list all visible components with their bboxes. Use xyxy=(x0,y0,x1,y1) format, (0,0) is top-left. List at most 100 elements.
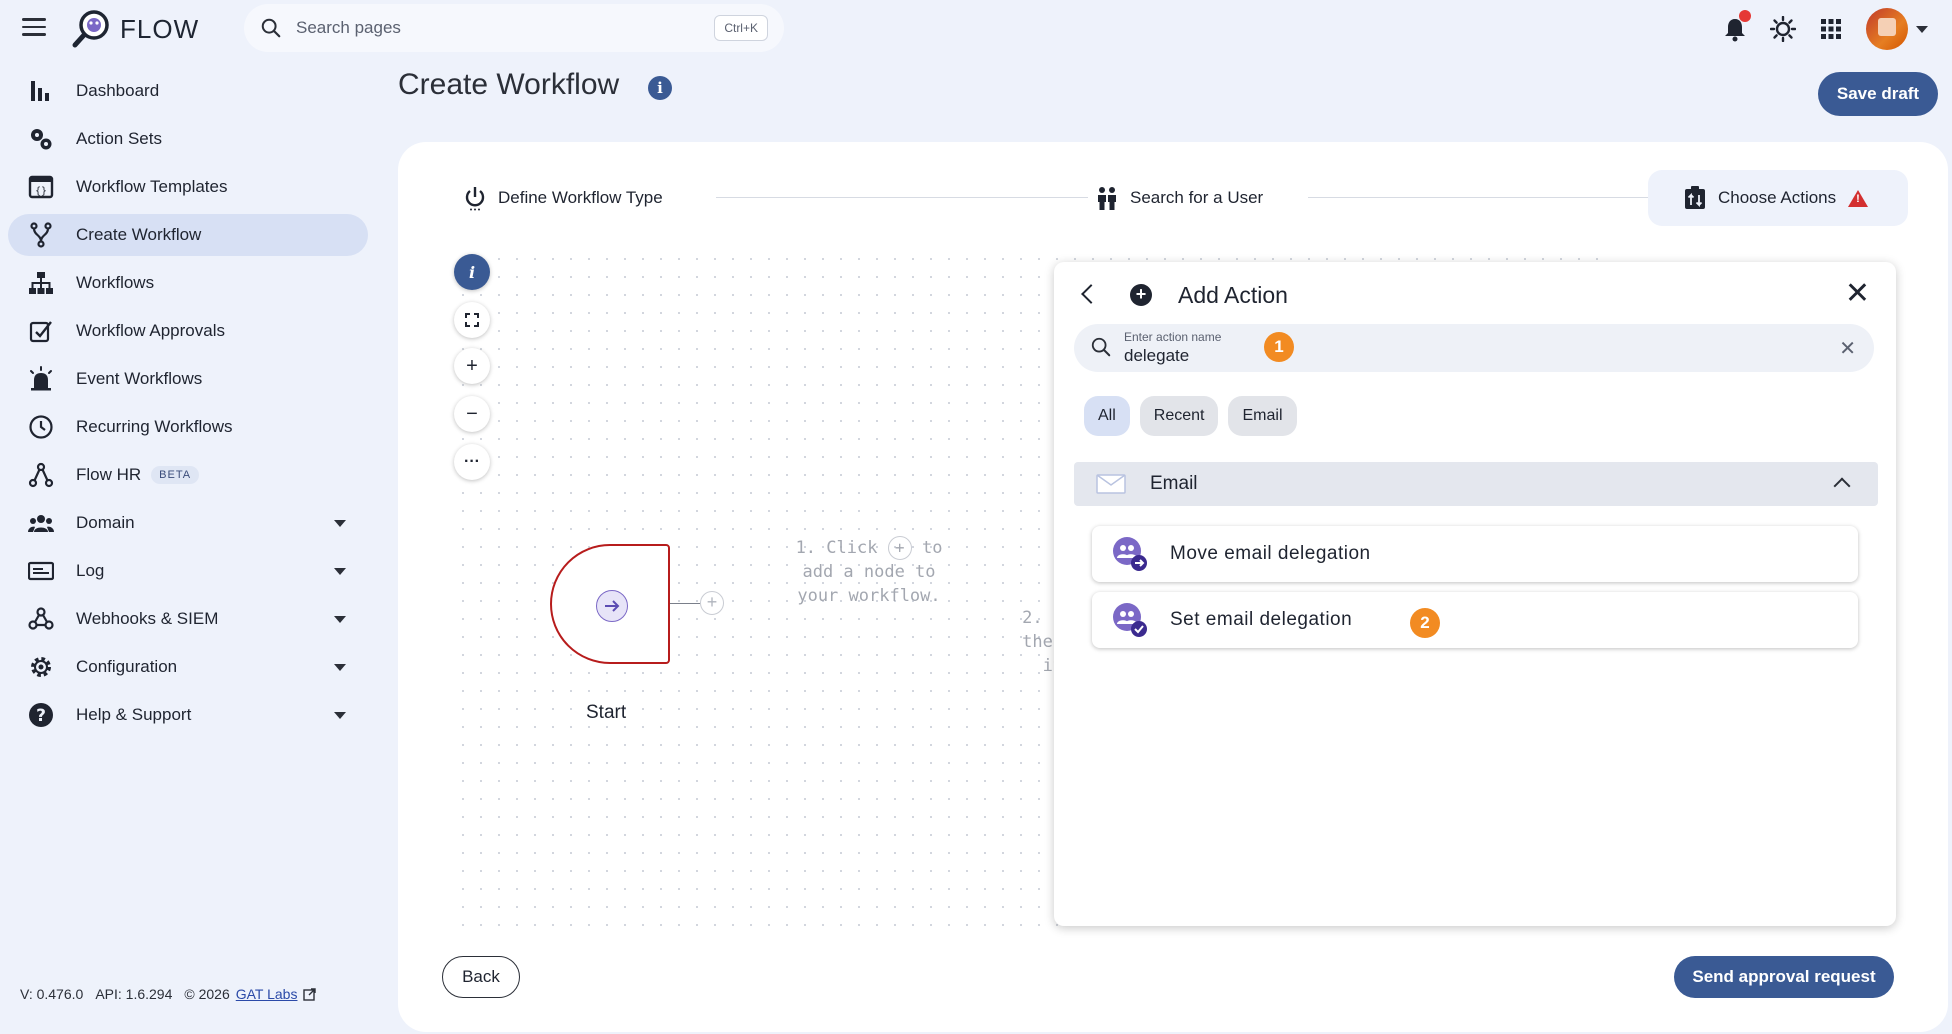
group-label: Email xyxy=(1150,473,1198,494)
top-bar: FLOW Ctrl+K xyxy=(0,0,1952,56)
sidebar-item-log[interactable]: Log xyxy=(8,550,368,592)
search-input[interactable] xyxy=(296,18,676,38)
svg-text:?: ? xyxy=(36,706,46,726)
company-link[interactable]: GAT Labs xyxy=(236,986,298,1002)
sidebar-item-dashboard[interactable]: Dashboard xyxy=(8,70,368,112)
sidebar-item-domain[interactable]: Domain xyxy=(8,502,368,544)
sidebar-item-create-workflow[interactable]: Create Workflow xyxy=(8,214,368,256)
more-options-button[interactable]: ··· xyxy=(454,444,490,480)
clear-search-icon[interactable]: ✕ xyxy=(1839,336,1856,361)
action-search-value[interactable]: delegate xyxy=(1124,346,1189,366)
zoom-out-button[interactable]: − xyxy=(454,396,490,432)
close-icon[interactable]: ✕ xyxy=(1845,279,1870,309)
back-chevron-icon[interactable] xyxy=(1081,284,1101,304)
filter-chip-recent[interactable]: Recent xyxy=(1139,396,1219,436)
search-bar[interactable]: Ctrl+K xyxy=(244,4,784,52)
sidebar-item-workflow-templates[interactable]: {} Workflow Templates xyxy=(8,166,368,208)
chevron-down-icon[interactable] xyxy=(334,664,346,671)
menu-icon[interactable] xyxy=(22,18,46,36)
filter-chip-email[interactable]: Email xyxy=(1228,396,1297,436)
step-search-user[interactable]: Search for a User xyxy=(1096,170,1263,226)
step-choose-actions[interactable]: Choose Actions xyxy=(1648,170,1908,226)
sidebar-item-label: Workflow Approvals xyxy=(76,321,225,340)
sidebar-item-label: Dashboard xyxy=(76,81,160,100)
filter-chip-all[interactable]: All xyxy=(1084,396,1130,436)
add-node-button[interactable]: + xyxy=(700,591,724,615)
search-icon xyxy=(1091,337,1111,357)
back-button[interactable]: Back xyxy=(442,956,520,998)
step-connector xyxy=(716,197,1088,198)
plus-circle-icon: + xyxy=(887,536,912,560)
panel-title: Add Action xyxy=(1178,282,1288,308)
external-link-icon[interactable] xyxy=(303,987,317,1001)
checklist-icon xyxy=(29,321,52,343)
user-check-icon xyxy=(1113,603,1147,637)
hierarchy-icon xyxy=(29,272,53,294)
sidebar-item-action-sets[interactable]: Action Sets xyxy=(8,118,368,160)
chevron-down-icon[interactable] xyxy=(334,568,346,575)
sidebar-item-workflows[interactable]: Workflows xyxy=(8,262,368,304)
app-logo[interactable]: FLOW xyxy=(70,8,199,50)
theme-sun-icon[interactable] xyxy=(1770,16,1796,42)
sidebar-item-webhooks-siem[interactable]: Webhooks & SIEM xyxy=(8,598,368,640)
sidebar-item-event-workflows[interactable]: Event Workflows xyxy=(8,358,368,400)
send-approval-request-button[interactable]: Send approval request xyxy=(1674,956,1894,998)
sidebar-item-label: Log xyxy=(76,561,105,580)
sidebar-item-flow-hr[interactable]: Flow HR BETA xyxy=(8,454,368,496)
info-icon[interactable]: i xyxy=(648,76,672,100)
notifications-bell-icon[interactable] xyxy=(1722,10,1751,42)
action-label: Move email delegation xyxy=(1170,543,1371,564)
step-define-workflow-type[interactable]: Define Workflow Type xyxy=(464,170,663,226)
sidebar-item-label: Webhooks & SIEM xyxy=(76,609,219,628)
version-footer: V: 0.476.0 API: 1.6.294 © 2026 GAT Labs xyxy=(20,986,317,1002)
add-circle-icon: + xyxy=(1130,284,1152,306)
sidebar-item-configuration[interactable]: Configuration xyxy=(8,646,368,688)
zoom-in-button[interactable]: + xyxy=(454,348,490,384)
log-icon xyxy=(28,561,54,581)
users-icon xyxy=(1098,187,1116,210)
arrow-right-icon xyxy=(596,590,628,622)
sidebar-item-label: Workflows xyxy=(76,273,155,292)
sidebar-item-workflow-approvals[interactable]: Workflow Approvals xyxy=(8,310,368,352)
svg-text:{}: {} xyxy=(35,186,47,197)
user-avatar[interactable] xyxy=(1866,8,1908,50)
sidebar-item-label: Configuration xyxy=(76,657,178,676)
sidebar-item-label: Create Workflow xyxy=(76,225,202,244)
user-move-icon xyxy=(1113,537,1147,571)
account-dropdown-icon[interactable] xyxy=(1916,25,1928,33)
app-version: V: 0.476.0 xyxy=(20,986,84,1002)
email-group-header[interactable]: Email xyxy=(1074,462,1878,506)
stepper: Define Workflow Type Search for a User C… xyxy=(398,170,1948,226)
fullscreen-icon xyxy=(465,313,479,327)
apps-grid-icon[interactable] xyxy=(1818,16,1844,42)
action-move-email-delegation[interactable]: Move email delegation xyxy=(1092,526,1858,582)
chevron-down-icon[interactable] xyxy=(334,712,346,719)
start-node-label: Start xyxy=(586,702,627,723)
action-search-field[interactable]: Enter action name delegate ✕ xyxy=(1074,324,1874,372)
save-draft-button[interactable]: Save draft xyxy=(1818,72,1938,116)
sidebar-item-label: Domain xyxy=(76,513,135,532)
chevron-up-icon[interactable] xyxy=(1833,477,1851,495)
chevron-down-icon[interactable] xyxy=(334,616,346,623)
canvas-info-button[interactable]: i xyxy=(454,254,490,290)
sidebar-item-recurring-workflows[interactable]: Recurring Workflows xyxy=(8,406,368,448)
node-connector xyxy=(670,603,700,604)
step-label: Define Workflow Type xyxy=(498,188,663,207)
add-action-panel: + Add Action ✕ Enter action name delegat… xyxy=(1054,262,1896,926)
copyright: © 2026 xyxy=(184,986,230,1002)
sidebar-item-label: Action Sets xyxy=(76,129,162,148)
start-node[interactable] xyxy=(550,544,670,664)
sidebar-item-label: Event Workflows xyxy=(76,369,203,388)
step-badge-1: 1 xyxy=(1264,332,1294,362)
chevron-down-icon[interactable] xyxy=(334,520,346,527)
help-icon: ? xyxy=(29,703,53,727)
step-badge-2: 2 xyxy=(1410,608,1440,638)
clock-icon xyxy=(29,415,53,439)
sidebar-item-help-support[interactable]: ? Help & Support xyxy=(8,694,368,736)
action-label: Set email delegation xyxy=(1170,609,1353,630)
fit-view-button[interactable] xyxy=(454,302,490,338)
action-set-email-delegation[interactable]: Set email delegation xyxy=(1092,592,1858,648)
people-icon xyxy=(28,515,54,532)
action-search-label: Enter action name xyxy=(1124,330,1222,344)
sidebar-item-label: Workflow Templates xyxy=(76,177,228,196)
